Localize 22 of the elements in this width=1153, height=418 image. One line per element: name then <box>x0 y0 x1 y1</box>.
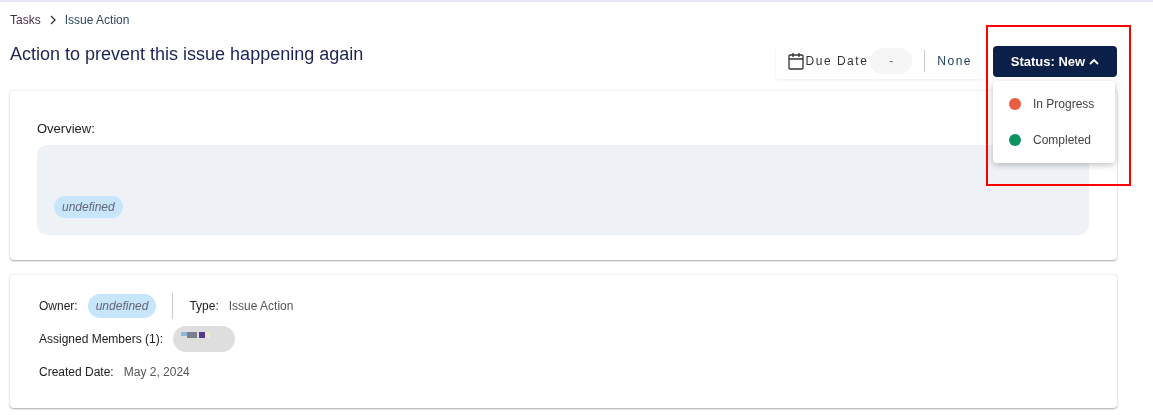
overview-label: Overview: <box>37 120 96 138</box>
type-label: Type: <box>189 298 219 315</box>
assigned-members-label: Assigned Members (1): <box>39 331 164 348</box>
due-date-field[interactable]: - <box>870 48 913 74</box>
breadcrumb-link[interactable]: Issue Action <box>64 11 130 29</box>
calendar-icon <box>787 52 804 70</box>
due-date-label: Due Date <box>805 53 869 70</box>
status-button[interactable]: Status: New <box>993 46 1117 77</box>
created-date-value: May 2, 2024 <box>123 364 190 381</box>
overview-field[interactable]: undefined <box>37 144 1089 235</box>
status-option[interactable]: In Progress <box>993 86 1115 122</box>
priority-value: None <box>937 53 972 70</box>
owner-label: Owner: <box>39 298 78 315</box>
member-chip[interactable] <box>173 326 236 352</box>
created-date-label: Created Date: <box>39 364 114 381</box>
breadcrumb-link[interactable]: Tasks <box>10 11 41 29</box>
owner-tag: undefined <box>87 294 157 318</box>
undefined-tag: undefined <box>54 195 123 218</box>
type-value: Issue Action <box>228 298 294 315</box>
chevron-right-icon <box>48 15 57 25</box>
page-title: Action to prevent this issue happening again <box>10 43 364 66</box>
chevron-up-icon <box>1089 57 1100 66</box>
